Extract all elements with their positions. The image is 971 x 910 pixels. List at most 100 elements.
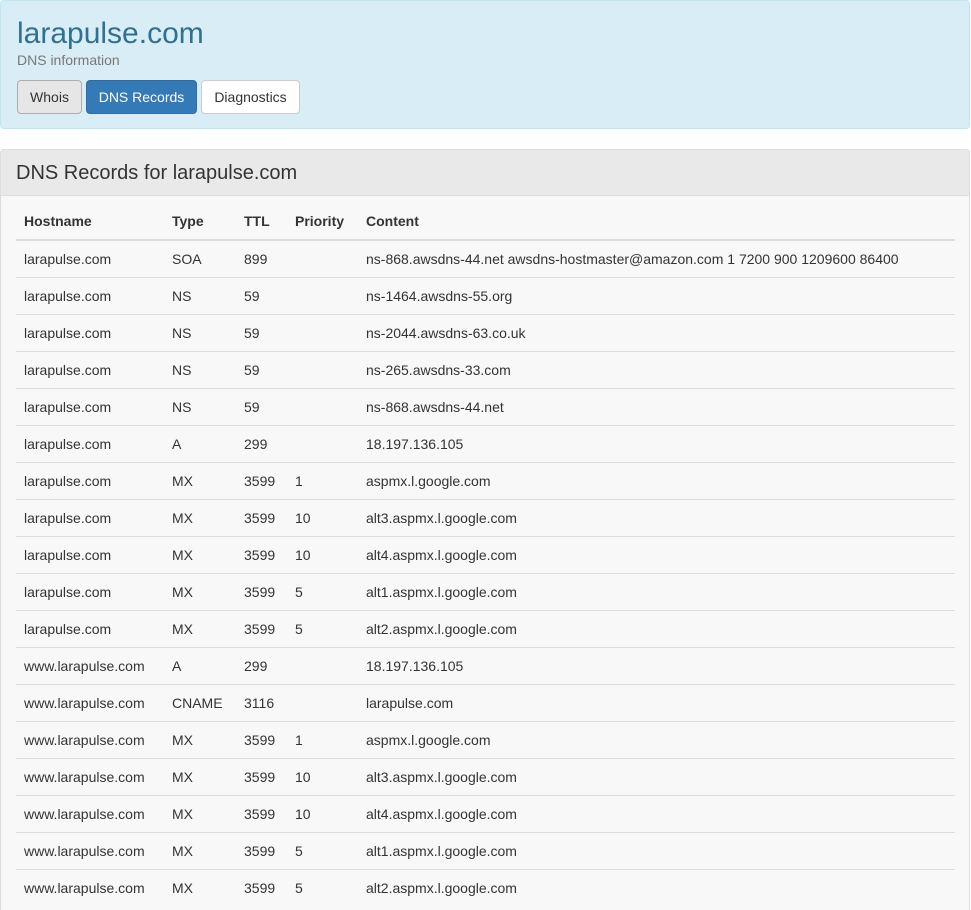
panel-heading: DNS Records for larapulse.com [1, 150, 969, 196]
priority-cell: 5 [287, 868, 358, 906]
type-cell: MX [164, 609, 236, 647]
column-header-hostname: Hostname [16, 202, 164, 241]
ttl-cell: 3599 [236, 609, 287, 647]
type-cell: NS [164, 387, 236, 425]
ttl-cell: 899 [244, 250, 268, 267]
priority-cell: 10 [287, 757, 358, 795]
table-body: larapulse.com SOA 899 ns-868.awsdns-44.net … [16, 240, 955, 906]
hostname-cell: www.larapulse.com [16, 831, 164, 869]
table-row: larapulse.com SOA 899 ns-868.awsdns-44.net … [16, 240, 955, 277]
hostname-cell: larapulse.com [16, 313, 164, 351]
type-cell: NS [164, 276, 236, 314]
hostname-cell: www.larapulse.com [16, 720, 164, 758]
ttl-cell: 3599 [236, 794, 287, 832]
hostname-cell: www.larapulse.com [16, 646, 164, 684]
header-panel: larapulse.com DNS information Whois DNS … [0, 0, 970, 129]
table-row: www.larapulse.com A 299 18.197.136.105 [16, 646, 955, 684]
content-cell: 18.197.136.105 [358, 424, 955, 462]
table-row: www.larapulse.com MX 3599 1 aspmx.l.google.c… [16, 720, 955, 758]
content-cell: ns-1464.awsdns-55.org [358, 276, 955, 314]
ttl-cell: 3599 [236, 720, 287, 758]
table-row: larapulse.com MX 3599 10 alt3.aspmx.l.google… [16, 498, 955, 536]
content-cell: aspmx.l.google.com [358, 461, 955, 499]
table-row: larapulse.com MX 3599 10 alt4.aspmx.l.google… [16, 535, 955, 573]
ttl-cell: 3599 [236, 535, 287, 573]
content-cell: ns-2044.awsdns-63.co.uk [358, 313, 955, 351]
priority-cell: 1 [287, 461, 358, 499]
priority-cell [287, 350, 358, 388]
tab-whois[interactable]: Whois [17, 80, 82, 114]
priority-cell [287, 387, 358, 425]
hostname-cell: larapulse.com [16, 387, 164, 425]
type-cell: SOA [172, 250, 202, 267]
ttl-cell: 59 [236, 350, 287, 388]
hostname-cell: www.larapulse.com [16, 757, 164, 795]
priority-cell [287, 276, 358, 314]
priority-cell [287, 313, 358, 351]
content-cell: alt4.aspmx.l.google.com [358, 794, 955, 832]
priority-cell: 5 [287, 609, 358, 647]
priority-cell [287, 424, 358, 462]
content-cell: alt1.aspmx.l.google.com [358, 831, 955, 869]
type-cell: MX [164, 535, 236, 573]
hostname-cell: larapulse.com [16, 535, 164, 573]
content-cell: alt2.aspmx.l.google.com [358, 868, 955, 906]
table-row: larapulse.com MX 3599 1 aspmx.l.google.com [16, 461, 955, 499]
type-cell: A [164, 646, 236, 684]
hostname-cell: larapulse.com [16, 276, 164, 314]
priority-cell: 5 [287, 831, 358, 869]
table-row: larapulse.com A 299 18.197.136.105 [16, 424, 955, 462]
dns-records-panel: DNS Records for larapulse.com Hostname T… [0, 149, 970, 910]
tab-diagnostics[interactable]: Diagnostics [201, 80, 300, 114]
type-cell: NS [164, 313, 236, 351]
priority-cell [287, 240, 358, 277]
type-cell: MX [164, 794, 236, 832]
column-header-type: Type [164, 202, 236, 241]
content-cell: ns-868.awsdns-44.net [358, 387, 955, 425]
type-cell: MX [164, 461, 236, 499]
tab-dns-records[interactable]: DNS Records [86, 80, 197, 114]
priority-cell: 5 [287, 572, 358, 610]
table-header-row: Hostname Type TTL Priority Content [16, 202, 955, 241]
site-title: larapulse.com [17, 17, 204, 50]
type-cell: MX [164, 831, 236, 869]
content-cell: ns-265.awsdns-33.com [358, 350, 955, 388]
hostname-cell: larapulse.com [16, 609, 164, 647]
priority-cell: 10 [287, 794, 358, 832]
priority-cell: 10 [287, 535, 358, 573]
hostname-cell: www.larapulse.com [16, 794, 164, 832]
priority-cell: 10 [287, 498, 358, 536]
ttl-cell: 3599 [236, 572, 287, 610]
ttl-cell: 3599 [236, 498, 287, 536]
type-cell: MX [164, 498, 236, 536]
ttl-cell: 59 [236, 313, 287, 351]
table-row: larapulse.com NS 59 ns-265.awsdns-33.com [16, 350, 955, 388]
type-cell: CNAME [164, 683, 236, 721]
table-row: larapulse.com NS 59 ns-1464.awsdns-55.org [16, 276, 955, 314]
priority-cell: 1 [287, 720, 358, 758]
table-row: www.larapulse.com CNAME 3116 larapulse.com [16, 683, 955, 721]
content-cell: aspmx.l.google.com [358, 720, 955, 758]
content-cell: alt3.aspmx.l.google.com [358, 757, 955, 795]
type-cell: A [164, 424, 236, 462]
ttl-cell: 3599 [236, 757, 287, 795]
ttl-cell: 59 [236, 387, 287, 425]
hostname-cell: larapulse.com [16, 572, 164, 610]
ttl-cell: 299 [236, 424, 287, 462]
site-subtitle: DNS information [17, 52, 120, 68]
panel-title: DNS Records for larapulse.com [16, 162, 298, 184]
hostname-cell: larapulse.com [16, 498, 164, 536]
table-row: larapulse.com NS 59 ns-868.awsdns-44.net [16, 387, 955, 425]
table-row: www.larapulse.com MX 3599 10 alt4.aspmx.l.go… [16, 794, 955, 832]
ttl-cell: 3599 [236, 461, 287, 499]
content-cell: alt3.aspmx.l.google.com [358, 498, 955, 536]
table-row: www.larapulse.com MX 3599 10 alt3.aspmx.l.go… [16, 757, 955, 795]
hostname-cell: larapulse.com [16, 424, 164, 462]
content-cell: alt2.aspmx.l.google.com [358, 609, 955, 647]
column-header-ttl: TTL [236, 202, 287, 241]
column-header-priority: Priority [287, 202, 358, 241]
hostname-cell: larapulse.com [16, 461, 164, 499]
type-cell: MX [164, 720, 236, 758]
hostname-cell: larapulse.com [24, 250, 112, 267]
ttl-cell: 59 [236, 276, 287, 314]
